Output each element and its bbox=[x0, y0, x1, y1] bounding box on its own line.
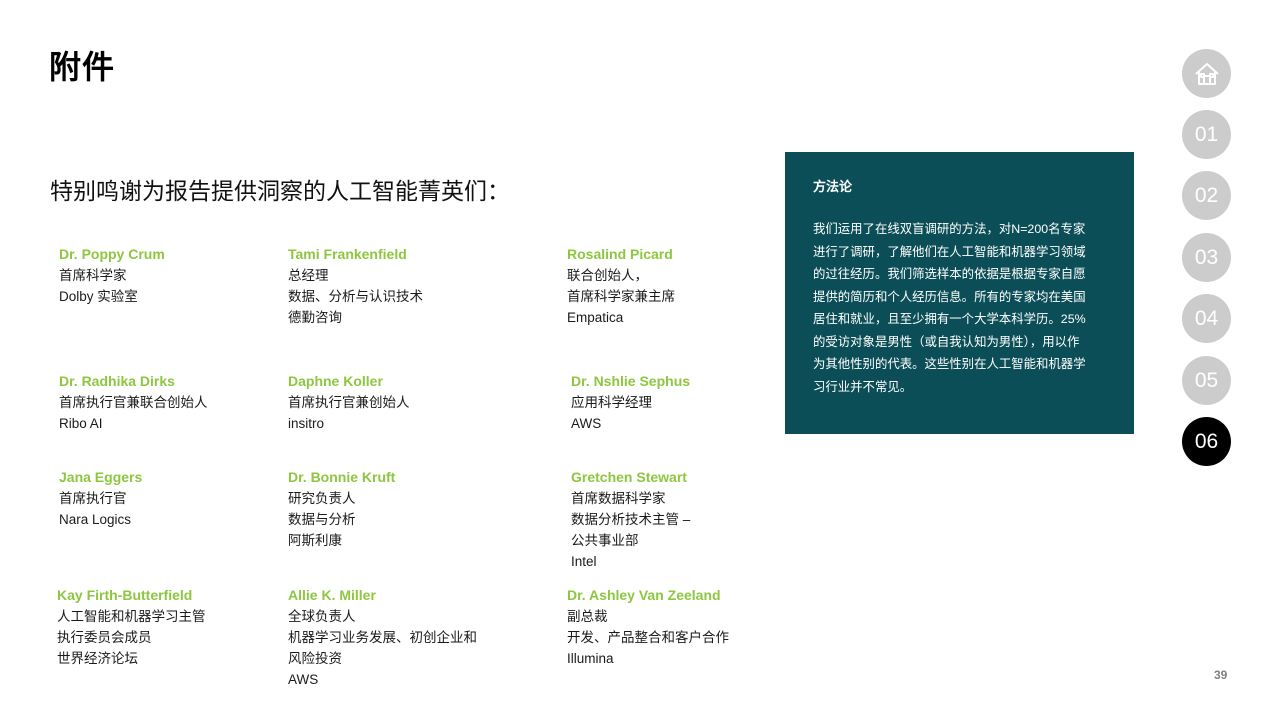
contributor-org: insitro bbox=[288, 416, 325, 431]
contributor-name: Dr. Radhika Dirks bbox=[59, 373, 175, 389]
contributor-card: Dr. Bonnie Kruft 研究负责人 数据与分析 阿斯利康 bbox=[288, 467, 528, 551]
methodology-line: 习行业并不常见。 bbox=[813, 379, 913, 394]
contributor-org: Ribo AI bbox=[59, 416, 103, 431]
methodology-line: 的过往经历。我们筛选样本的依据是根据专家自愿 bbox=[813, 267, 1086, 281]
contributor-card: Kay Firth-Butterfield 人工智能和机器学习主管 执行委员会成… bbox=[57, 585, 297, 669]
contributor-department: 数据与分析 bbox=[288, 512, 356, 527]
contributor-card: Dr. Poppy Crum 首席科学家 Dolby 实验室 bbox=[59, 244, 299, 307]
contributor-card: Gretchen Stewart 首席数据科学家 数据分析技术主管 – 公共事业… bbox=[571, 467, 811, 572]
methodology-line: 我们运用了在线双盲调研的方法，对N=200名专家 bbox=[813, 222, 1086, 236]
contributor-name: Dr. Poppy Crum bbox=[59, 246, 165, 262]
page-number: 39 bbox=[1214, 668, 1228, 682]
methodology-line: 为其他性别的代表。这些性别在人工智能和机器学 bbox=[813, 357, 1086, 371]
contributor-name: Kay Firth-Butterfield bbox=[57, 587, 193, 603]
contributor-department: 开发、产品整合和客户合作 bbox=[567, 630, 729, 645]
methodology-body: 我们运用了在线双盲调研的方法，对N=200名专家 进行了调研，了解他们在人工智能… bbox=[813, 218, 1108, 398]
nav-item-03[interactable]: 03 bbox=[1182, 233, 1231, 282]
contributor-org: AWS bbox=[571, 416, 602, 431]
contributor-title: 数据分析技术主管 – bbox=[571, 512, 691, 527]
contributor-org: 德勤咨询 bbox=[288, 310, 342, 325]
methodology-box: 方法论 我们运用了在线双盲调研的方法，对N=200名专家 进行了调研，了解他们在… bbox=[785, 152, 1134, 434]
contributor-department: 风险投资 bbox=[288, 651, 342, 666]
contributor-card: Rosalind Picard 联合创始人， 首席科学家兼主席 Empatica bbox=[567, 244, 807, 328]
contributor-title: 研究负责人 bbox=[288, 491, 356, 506]
nav-item-06[interactable]: 06 bbox=[1182, 417, 1231, 466]
nav-item-04[interactable]: 04 bbox=[1182, 294, 1231, 343]
contributor-title: 首席数据科学家 bbox=[571, 491, 666, 506]
nav-item-05[interactable]: 05 bbox=[1182, 356, 1231, 405]
contributor-name: Daphne Koller bbox=[288, 373, 383, 389]
contributor-name: Allie K. Miller bbox=[288, 587, 376, 603]
contributor-name: Dr. Bonnie Kruft bbox=[288, 469, 396, 485]
contributor-org: 阿斯利康 bbox=[288, 533, 342, 548]
contributor-department: 数据、分析与认识技术 bbox=[288, 289, 423, 304]
contributor-org: Dolby 实验室 bbox=[59, 289, 138, 304]
contributor-org: Illumina bbox=[567, 651, 614, 666]
contributor-name: Jana Eggers bbox=[59, 469, 143, 485]
nav-item-02[interactable]: 02 bbox=[1182, 171, 1231, 220]
contributor-title: 副总裁 bbox=[567, 609, 608, 624]
contributor-card: Daphne Koller 首席执行官兼创始人 insitro bbox=[288, 371, 528, 434]
contributor-name: Gretchen Stewart bbox=[571, 469, 687, 485]
contributor-title: 首席执行官兼创始人 bbox=[288, 395, 410, 410]
contributor-title: 首席科学家兼主席 bbox=[567, 289, 675, 304]
contributor-name: Dr. Ashley Van Zeeland bbox=[567, 587, 721, 603]
contributor-title: 全球负责人 bbox=[288, 609, 356, 624]
methodology-line: 的受访对象是男性（或自我认知为男性），用以作 bbox=[813, 334, 1080, 349]
home-icon bbox=[1194, 62, 1219, 85]
contributor-org: Empatica bbox=[567, 310, 624, 325]
contributor-card: Dr. Ashley Van Zeeland 副总裁 开发、产品整合和客户合作 … bbox=[567, 585, 807, 669]
contributor-card: Tami Frankenfield 总经理 数据、分析与认识技术 德勤咨询 bbox=[288, 244, 528, 328]
contributor-title: 首席执行官 bbox=[59, 491, 127, 506]
contributor-title: 应用科学经理 bbox=[571, 395, 652, 410]
contributor-name: Tami Frankenfield bbox=[288, 246, 407, 262]
contributor-card: Dr. Nshlie Sephus 应用科学经理 AWS bbox=[571, 371, 811, 434]
contributor-title: 首席科学家 bbox=[59, 268, 127, 283]
nav-home-button[interactable] bbox=[1182, 49, 1231, 98]
contributor-title: 总经理 bbox=[288, 268, 329, 283]
contributor-name: Dr. Nshlie Sephus bbox=[571, 373, 691, 389]
contributor-department: 机器学习业务发展、初创企业和 bbox=[288, 630, 477, 645]
contributor-title: 首席执行官兼联合创始人 bbox=[59, 395, 208, 410]
contributor-title: 人工智能和机器学习主管 bbox=[57, 609, 206, 624]
contributor-org: Nara Logics bbox=[59, 512, 132, 527]
contributor-name: Rosalind Picard bbox=[567, 246, 673, 262]
contributor-title: 联合创始人， bbox=[567, 268, 648, 283]
methodology-line: 提供的简历和个人经历信息。所有的专家均在美国 bbox=[813, 289, 1086, 304]
contributor-card: Dr. Radhika Dirks 首席执行官兼联合创始人 Ribo AI bbox=[59, 371, 299, 434]
contributor-org: AWS bbox=[288, 672, 319, 687]
contributor-card: Jana Eggers 首席执行官 Nara Logics bbox=[59, 467, 299, 530]
contributors-grid: Dr. Poppy Crum 首席科学家 Dolby 实验室 Tami Fran… bbox=[0, 0, 780, 720]
contributor-org: Intel bbox=[571, 554, 597, 569]
contributor-title: 执行委员会成员 bbox=[57, 630, 152, 645]
contributor-org: 世界经济论坛 bbox=[57, 651, 138, 666]
methodology-line: 居住和就业，且至少拥有一个大学本科学历。25% bbox=[813, 312, 1086, 326]
contributor-card: Allie K. Miller 全球负责人 机器学习业务发展、初创企业和 风险投… bbox=[288, 585, 528, 690]
contributor-department: 公共事业部 bbox=[571, 533, 639, 548]
methodology-line: 进行了调研，了解他们在人工智能和机器学习领域 bbox=[813, 244, 1086, 259]
methodology-title: 方法论 bbox=[813, 179, 853, 194]
nav-item-01[interactable]: 01 bbox=[1182, 110, 1231, 159]
